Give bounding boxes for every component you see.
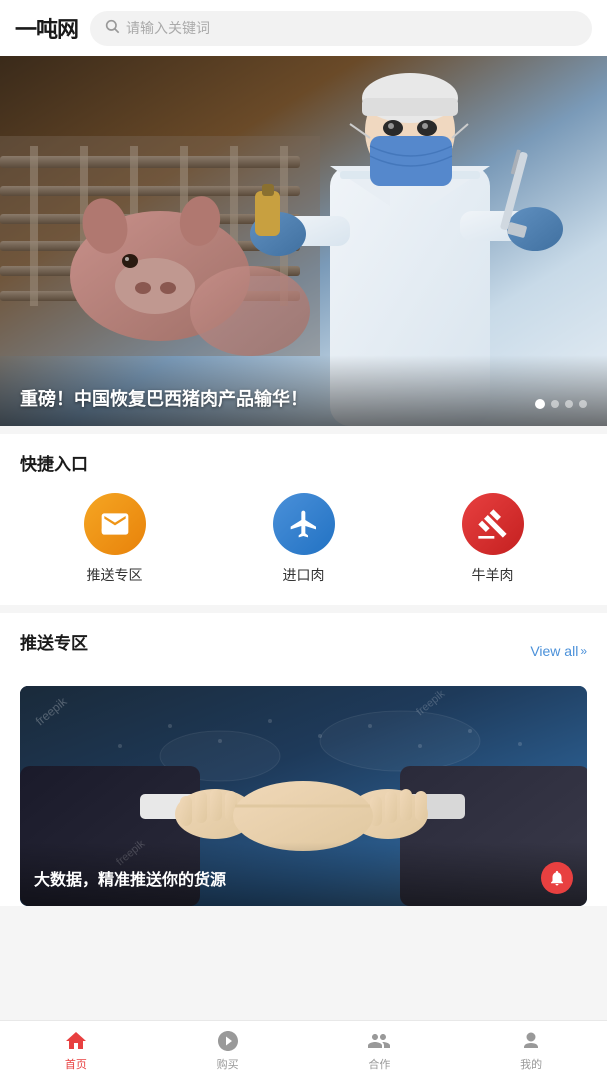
view-all-button[interactable]: View all » (530, 643, 587, 659)
nav-label-home: 首页 (65, 1056, 87, 1072)
notification-icon (548, 869, 566, 887)
push-card-caption: 大数据，精准推送你的货源 (20, 842, 587, 906)
chevron-double-icon: » (580, 644, 587, 658)
home-icon (64, 1029, 88, 1053)
quick-access-section: 快捷入口 推送专区 进口肉 (0, 434, 607, 605)
dot-3 (565, 400, 573, 408)
push-label: 推送专区 (87, 565, 143, 585)
red-badge (541, 862, 573, 894)
plane-icon (288, 508, 320, 540)
coop-icon (367, 1029, 391, 1053)
mail-icon (99, 508, 131, 540)
dot-4 (579, 400, 587, 408)
nav-label-coop: 合作 (368, 1056, 390, 1072)
search-placeholder: 请输入关键词 (126, 18, 210, 38)
search-icon (104, 18, 120, 39)
nav-label-mine: 我的 (520, 1056, 542, 1072)
import-icon-bg (273, 493, 335, 555)
header: 一吨网 请输入关键词 (0, 0, 607, 56)
push-card-title: 大数据，精准推送你的货源 (34, 866, 226, 890)
push-card-image: freepik freepik freepik 大数据，精准推送你的货源 (20, 686, 587, 906)
nav-item-home[interactable]: 首页 (0, 1021, 152, 1080)
beef-label: 牛羊肉 (472, 565, 514, 585)
banner: 重磅！中国恢复巴西猪肉产品输华！ (0, 56, 607, 426)
import-label: 进口肉 (283, 565, 325, 585)
push-section-title: 推送专区 (20, 629, 88, 654)
quick-item-import[interactable]: 进口肉 (209, 493, 398, 585)
push-header: 推送专区 View all » (20, 629, 587, 672)
dot-1 (535, 399, 545, 409)
push-card[interactable]: freepik freepik freepik 大数据，精准推送你的货源 (20, 686, 587, 906)
banner-caption: 重磅！中国恢复巴西猪肉产品输华！ (0, 355, 607, 426)
logo: 一吨网 (15, 12, 78, 44)
banner-title: 重磅！中国恢复巴西猪肉产品输华！ (20, 385, 535, 411)
quick-item-push[interactable]: 推送专区 (20, 493, 209, 585)
push-icon-bg (84, 493, 146, 555)
nav-label-buy: 购买 (217, 1056, 239, 1072)
view-all-text: View all (530, 643, 578, 659)
nav-item-coop[interactable]: 合作 (304, 1021, 456, 1080)
nav-item-mine[interactable]: 我的 (455, 1021, 607, 1080)
quick-item-beef[interactable]: 牛羊肉 (398, 493, 587, 585)
dot-2 (551, 400, 559, 408)
bottom-nav: 首页 购买 合作 我的 (0, 1020, 607, 1080)
buy-icon (216, 1029, 240, 1053)
mine-icon (519, 1029, 543, 1053)
quick-access-title: 快捷入口 (20, 450, 587, 475)
banner-dots (535, 399, 587, 411)
push-section: 推送专区 View all » (0, 613, 607, 906)
quick-access-grid: 推送专区 进口肉 牛羊肉 (20, 493, 587, 585)
beef-icon-bg (462, 493, 524, 555)
nav-item-buy[interactable]: 购买 (152, 1021, 304, 1080)
search-bar[interactable]: 请输入关键词 (90, 11, 592, 46)
gavel-icon (477, 508, 509, 540)
